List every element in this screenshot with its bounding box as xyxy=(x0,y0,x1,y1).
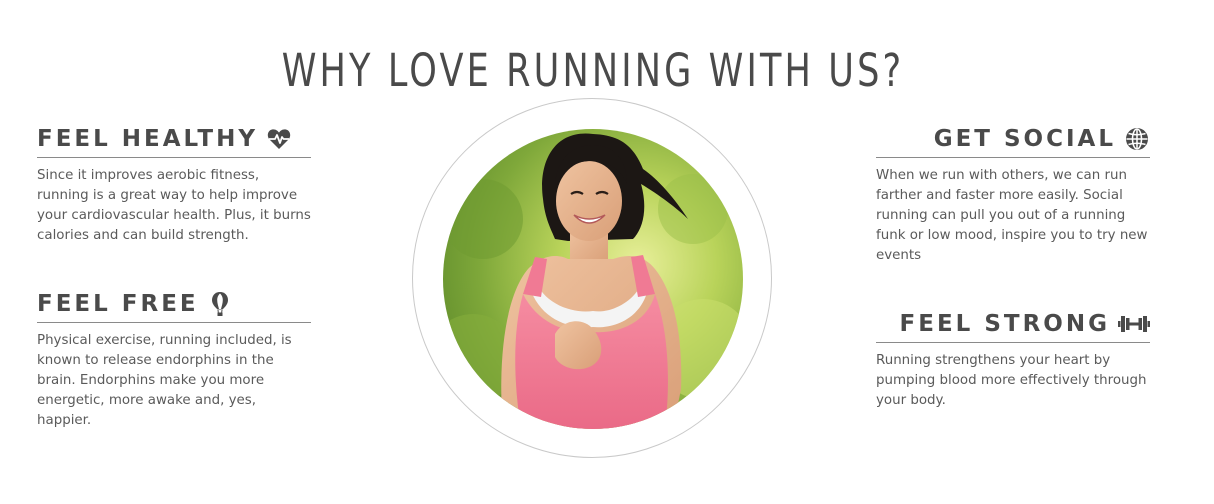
heartbeat-icon xyxy=(266,126,292,152)
feature-title: FEEL FREE xyxy=(37,291,199,317)
feature-title: GET SOCIAL xyxy=(933,126,1116,152)
hot-air-balloon-icon xyxy=(207,291,233,317)
feature-heading: GET SOCIAL xyxy=(876,124,1150,158)
feature-heading: FEEL STRONG xyxy=(876,309,1150,343)
feature-description: Running strengthens your heart by pumpin… xyxy=(876,353,1147,408)
dumbbell-icon xyxy=(1118,311,1150,337)
feature-heading: FEEL FREE xyxy=(37,289,311,323)
feature-description: When we run with others, we can run fart… xyxy=(876,168,1148,263)
feature-feel-strong: FEEL STRONG Running strengthens your hea… xyxy=(876,309,1150,411)
runner-photo xyxy=(443,129,743,429)
feature-title: FEEL STRONG xyxy=(899,311,1110,337)
feature-description: Since it improves aerobic fitness, runni… xyxy=(37,168,311,243)
page-title: WHY LOVE RUNNING WITH US? xyxy=(281,44,905,98)
feature-heading: FEEL HEALTHY xyxy=(37,124,311,158)
feature-feel-healthy: FEEL HEALTHY Since it improves aerobic f… xyxy=(37,124,311,246)
globe-icon xyxy=(1124,126,1150,152)
feature-title: FEEL HEALTHY xyxy=(37,126,258,152)
feature-description: Physical exercise, running included, is … xyxy=(37,333,292,428)
feature-get-social: GET SOCIAL When we run with others, we c… xyxy=(876,124,1150,266)
feature-feel-free: FEEL FREE Physical exercise, running inc… xyxy=(37,289,311,431)
